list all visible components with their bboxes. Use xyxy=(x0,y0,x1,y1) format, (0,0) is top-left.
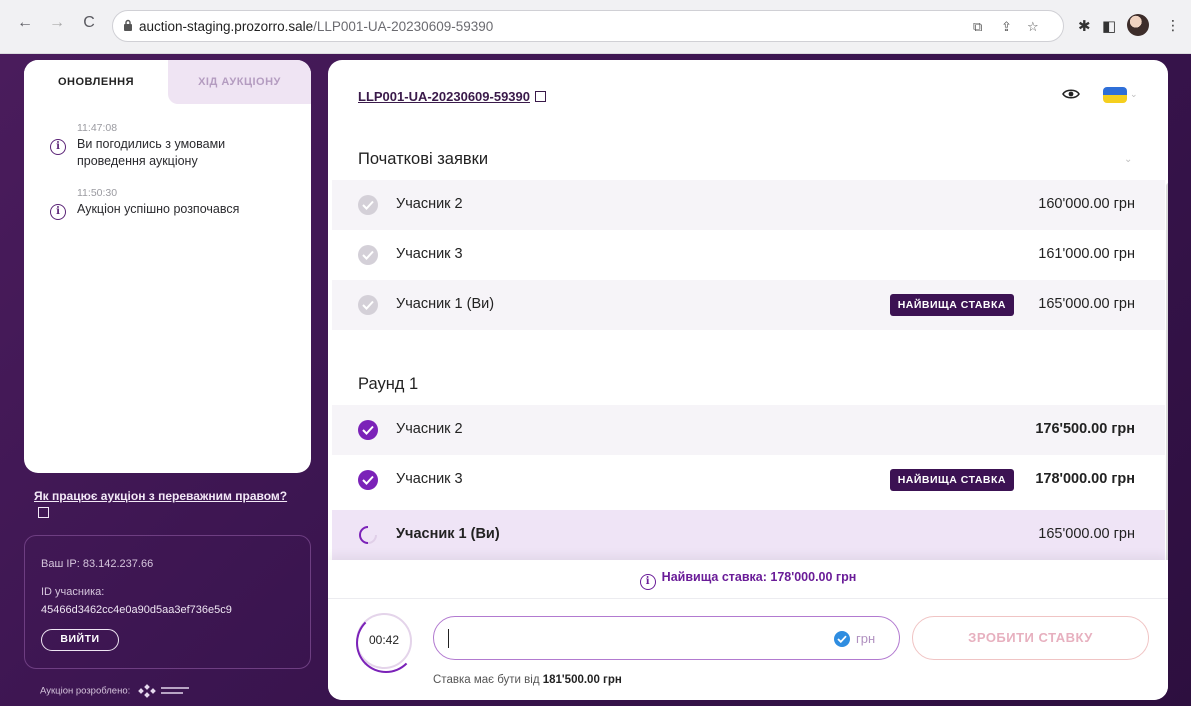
countdown-timer: 00:42 xyxy=(356,613,416,673)
participant-name: Учасник 1 (Ви) xyxy=(396,526,500,542)
text-caret xyxy=(448,629,449,648)
participant-name: Учасник 3 xyxy=(396,246,463,262)
place-bid-button[interactable]: ЗРОБИТИ СТАВКУ xyxy=(912,616,1149,660)
browser-menu-icon[interactable]: ⋮ xyxy=(1166,17,1180,34)
auction-rules-link[interactable]: Як працює аукціон з переважним правом? xyxy=(34,488,294,522)
info-icon: i xyxy=(50,204,66,220)
table-row-current: Учасник 1 (Ви) 165'000.00 грн xyxy=(332,510,1165,560)
lock-icon xyxy=(124,19,132,31)
highest-bid-badge: НАЙВИЩА СТАВКА xyxy=(889,294,1014,316)
chevron-down-icon[interactable]: ⌄ xyxy=(1130,89,1138,100)
bid-amount: 165'000.00 грн xyxy=(1038,296,1135,312)
timer-text: 00:42 xyxy=(368,633,400,647)
section-title: Початкові заявки xyxy=(358,150,489,168)
divider xyxy=(328,598,1168,599)
log-text: Ви погодились з умовами проведення аукці… xyxy=(77,137,226,168)
share-icon[interactable]: ⇪ xyxy=(1001,19,1012,35)
tab-auction-progress[interactable]: ХІД АУКЦІОНУ xyxy=(168,60,311,104)
check-icon xyxy=(358,420,378,440)
check-icon xyxy=(358,470,378,490)
ip-address: Ваш IP: 83.142.237.66 xyxy=(41,558,154,570)
table-row: Учасник 2 160'000.00 грн xyxy=(332,180,1165,230)
extensions-puzzle-icon[interactable]: ✱ xyxy=(1078,17,1091,35)
logout-button[interactable]: ВИЙТИ xyxy=(41,629,119,651)
profile-avatar[interactable] xyxy=(1127,14,1149,36)
log-entry: 11:50:30 i Аукціон успішно розпочався xyxy=(50,187,290,220)
log-text: Аукціон успішно розпочався xyxy=(77,202,240,216)
external-link-icon xyxy=(535,91,546,102)
bid-amount: 160'000.00 грн xyxy=(1038,196,1135,212)
check-icon xyxy=(358,195,378,215)
developed-by: Аукціон розроблено: xyxy=(40,683,195,699)
check-icon xyxy=(358,245,378,265)
table-row: Учасник 3 НАЙВИЩА СТАВКА 178'000.00 грн xyxy=(332,455,1165,505)
section-title: Раунд 1 xyxy=(358,375,419,393)
scrollbar[interactable] xyxy=(1166,183,1168,573)
table-row: Учасник 1 (Ви) НАЙВИЩА СТАВКА 165'000.00… xyxy=(332,280,1165,330)
participant-name: Учасник 3 xyxy=(396,471,463,487)
check-circle-icon xyxy=(834,631,850,647)
bid-panel: i Найвища ставка: 178'000.00 грн 00:42 гр… xyxy=(328,560,1168,700)
reload-icon[interactable]: C xyxy=(78,12,100,34)
tab-updates[interactable]: ОНОВЛЕННЯ xyxy=(24,60,168,104)
user-info-box: Ваш IP: 83.142.237.66 ID учасника: 45466… xyxy=(24,535,311,669)
address-bar[interactable]: auction-staging.prozorro.sale/LLP001-UA-… xyxy=(112,10,1064,42)
check-icon xyxy=(358,295,378,315)
eye-icon[interactable] xyxy=(1062,85,1080,103)
bid-input[interactable] xyxy=(446,628,806,648)
bid-amount: 176'500.00 грн xyxy=(1035,421,1135,437)
table-row: Учасник 3 161'000.00 грн xyxy=(332,230,1165,280)
browser-toolbar: ← → C auction-staging.prozorro.sale/LLP0… xyxy=(0,0,1191,54)
install-app-icon[interactable]: ⧉ xyxy=(973,19,982,35)
auction-main-panel: LLP001-UA-20230609-59390 ⌄ Початкові зая… xyxy=(328,60,1168,700)
updates-panel: ОНОВЛЕННЯ ХІД АУКЦІОНУ 11:47:08 i Ви пог… xyxy=(24,60,311,473)
participant-name: Учасник 2 xyxy=(396,421,463,437)
currency-label: грн xyxy=(856,631,876,646)
log-time: 11:50:30 xyxy=(77,187,118,199)
table-row: Учасник 2 176'500.00 грн xyxy=(332,405,1165,455)
bid-amount: 161'000.00 грн xyxy=(1038,246,1135,262)
participant-id-label: ID учасника: xyxy=(41,586,105,598)
log-entry: 11:47:08 i Ви погодились з умовами прове… xyxy=(50,122,290,170)
forward-icon[interactable]: → xyxy=(46,12,68,34)
ukraine-flag-icon[interactable] xyxy=(1103,87,1127,103)
participant-id-value: 45466d3462cc4e0a90d5aa3ef736e5c9 xyxy=(41,604,232,616)
bid-amount: 178'000.00 грн xyxy=(1035,471,1135,487)
external-link-icon xyxy=(38,507,49,518)
bookmark-star-icon[interactable]: ☆ xyxy=(1027,19,1039,35)
info-icon: i xyxy=(50,139,66,155)
bid-amount: 165'000.00 грн xyxy=(1038,526,1135,542)
top-bid-info: i Найвища ставка: 178'000.00 грн xyxy=(328,570,1168,590)
url-text: auction-staging.prozorro.sale/LLP001-UA-… xyxy=(139,19,494,34)
highest-bid-badge: НАЙВИЩА СТАВКА xyxy=(889,469,1014,491)
loading-spinner-icon xyxy=(359,526,377,544)
min-bid-hint: Ставка має бути від 181'500.00 грн xyxy=(433,674,622,686)
back-icon[interactable]: ← xyxy=(14,12,36,34)
bid-amount-field[interactable]: грн xyxy=(433,616,900,660)
lot-id-link[interactable]: LLP001-UA-20230609-59390 xyxy=(358,89,546,104)
participant-name: Учасник 2 xyxy=(396,196,463,212)
log-time: 11:47:08 xyxy=(77,122,118,134)
participant-name: Учасник 1 (Ви) xyxy=(396,296,495,312)
side-panel-icon[interactable]: ◧ xyxy=(1102,17,1116,35)
chevron-down-icon[interactable]: ⌄ xyxy=(1124,154,1132,165)
prozorro-logo xyxy=(138,684,189,698)
info-icon: i xyxy=(639,574,656,590)
